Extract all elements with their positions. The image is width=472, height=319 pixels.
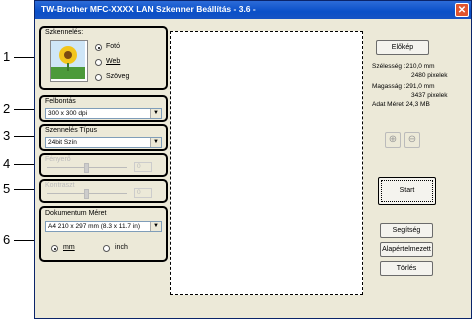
contrast-group: Kontraszt 0 — [39, 179, 168, 203]
scan-mode-select[interactable]: 24bit Szín ▼ — [45, 137, 162, 148]
document-size-group: Dokumentum Méret A4 210 x 297 mm (8.3 x … — [39, 206, 168, 262]
callout-3: 3 — [3, 128, 11, 143]
scan-mode-group: Szennelés Típus 24bit Szín ▼ — [39, 124, 168, 151]
contrast-label: Kontraszt — [45, 182, 75, 189]
scan-type-photo-label[interactable]: Fotó — [106, 43, 120, 50]
scan-type-group: Szkennelés: Fotó Web Szöveg — [39, 26, 168, 90]
brightness-value-box[interactable]: 0 — [134, 162, 152, 172]
scan-type-web-radio[interactable] — [95, 59, 102, 66]
callout-6: 6 — [3, 232, 11, 247]
contrast-value-box[interactable]: 0 — [134, 188, 152, 198]
zoom-in-icon[interactable]: ⊕ — [385, 132, 401, 148]
default-button[interactable]: Alapértelmezett — [380, 242, 433, 257]
scan-mode-label: Szennelés Típus — [45, 127, 98, 134]
brightness-slider-thumb[interactable] — [84, 163, 89, 173]
document-size-label: Dokumentum Méret — [45, 210, 107, 217]
scan-type-text-radio[interactable] — [95, 74, 102, 81]
scan-mode-value: 24bit Szín — [48, 139, 77, 146]
callout-4: 4 — [3, 156, 11, 171]
unit-mm-label[interactable]: mm — [63, 244, 75, 251]
preview-button[interactable]: Előkép — [376, 40, 429, 55]
width-info: Szélesség :210,0 mm — [372, 63, 435, 70]
resolution-select[interactable]: 300 x 300 dpi ▼ — [45, 108, 162, 119]
data-size-info: Adat Méret 24,3 MB — [372, 101, 430, 108]
scan-type-text-label[interactable]: Szöveg — [106, 73, 129, 80]
chevron-down-icon[interactable]: ▼ — [150, 109, 161, 118]
height-info: Magasság :291,0 mm — [372, 83, 435, 90]
scan-type-photo-radio[interactable] — [95, 44, 102, 51]
scan-type-label: Szkennelés: — [45, 29, 84, 36]
window-title: TW-Brother MFC-XXXX LAN Szkenner Beállít… — [41, 4, 256, 14]
scanner-settings-window: TW-Brother MFC-XXXX LAN Szkenner Beállít… — [34, 0, 472, 319]
callout-2: 2 — [3, 101, 11, 116]
close-icon[interactable]: ✕ — [455, 3, 469, 17]
document-size-value: A4 210 x 297 mm (8.3 x 11.7 in) — [48, 223, 141, 230]
resolution-group: Felbontás 300 x 300 dpi ▼ — [39, 95, 168, 122]
callout-1: 1 — [3, 49, 11, 64]
brightness-group: Fényerő 0 — [39, 153, 168, 177]
resolution-value: 300 x 300 dpi — [48, 110, 88, 117]
contrast-value: 0 — [137, 189, 141, 196]
start-button-label: Start — [399, 187, 415, 194]
start-button[interactable]: Start — [378, 177, 436, 205]
chevron-down-icon[interactable]: ▼ — [150, 222, 161, 231]
document-size-select[interactable]: A4 210 x 297 mm (8.3 x 11.7 in) ▼ — [45, 221, 162, 232]
brightness-value: 0 — [137, 163, 141, 170]
unit-inch-label[interactable]: inch — [115, 244, 128, 251]
help-button[interactable]: Segítség — [380, 223, 433, 238]
unit-mm-radio[interactable] — [51, 245, 58, 252]
clear-button[interactable]: Törlés — [380, 261, 433, 276]
preview-area[interactable] — [170, 31, 363, 295]
resolution-label: Felbontás — [45, 98, 76, 105]
height-pixels: 3437 pixelek — [411, 92, 448, 99]
photo-thumbnail — [50, 40, 88, 82]
callout-5: 5 — [3, 181, 11, 196]
title-bar[interactable]: TW-Brother MFC-XXXX LAN Szkenner Beállít… — [35, 1, 471, 19]
unit-inch-radio[interactable] — [103, 245, 110, 252]
zoom-out-icon[interactable]: ⊖ — [404, 132, 420, 148]
width-pixels: 2480 pixelek — [411, 72, 448, 79]
brightness-label: Fényerő — [45, 156, 71, 163]
scan-type-web-label[interactable]: Web — [106, 58, 120, 65]
chevron-down-icon[interactable]: ▼ — [150, 138, 161, 147]
contrast-slider-thumb[interactable] — [84, 189, 89, 199]
